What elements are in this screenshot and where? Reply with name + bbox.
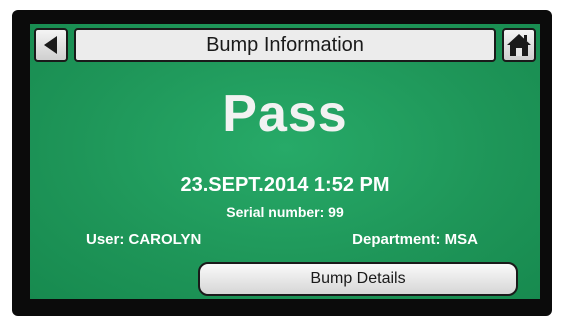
bump-datetime: 23.SEPT.2014 1:52 PM [180, 174, 390, 196]
screen: Bump Information Pass 23.SEPT.2014 1:52 … [30, 24, 540, 299]
home-icon [507, 34, 531, 56]
page-title: Bump Information [74, 28, 496, 62]
bump-details-button[interactable]: Bump Details [198, 262, 518, 296]
back-button[interactable] [34, 28, 68, 62]
result-status: Pass [222, 85, 348, 143]
back-arrow-icon [44, 36, 57, 54]
device-frame: Bump Information Pass 23.SEPT.2014 1:52 … [0, 0, 562, 324]
serial-number: Serial number: 99 [226, 204, 344, 220]
home-button[interactable] [502, 28, 536, 62]
title-bar: Bump Information [34, 28, 536, 64]
department-label: Department: MSA [352, 231, 478, 248]
user-label: User: CAROLYN [86, 231, 202, 248]
